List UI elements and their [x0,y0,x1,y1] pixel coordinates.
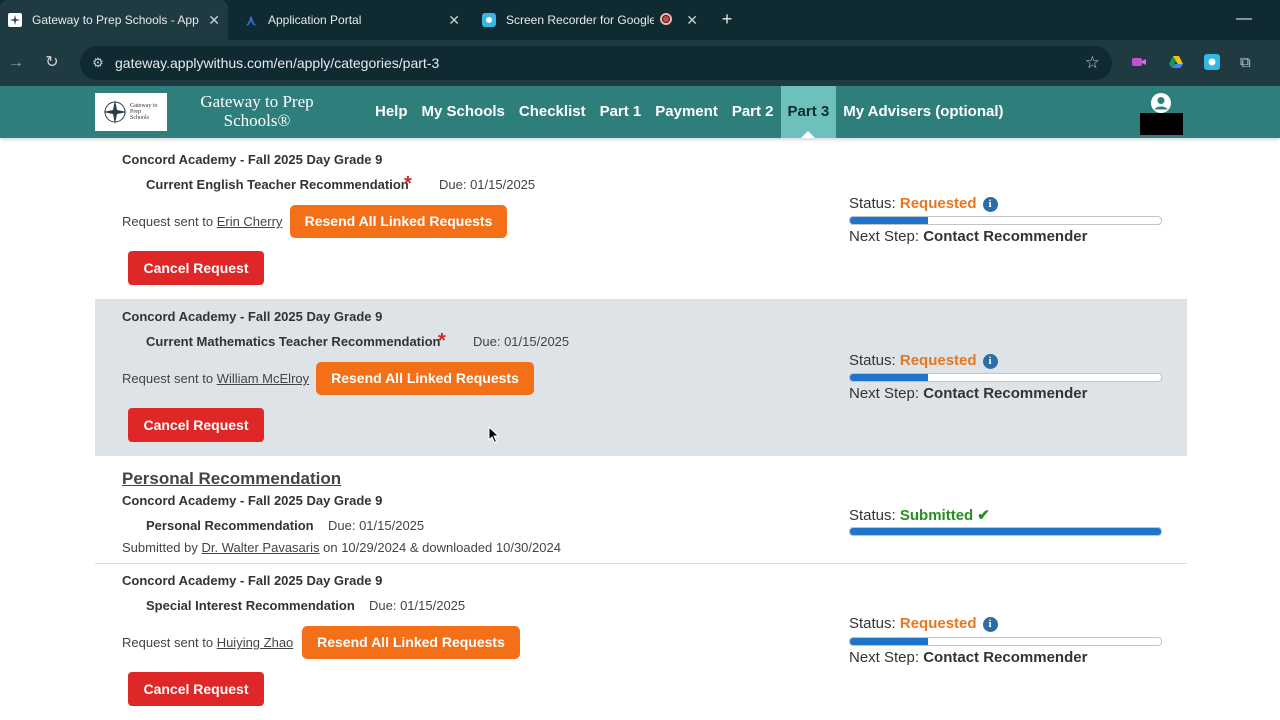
due-date: Due: 01/15/2025 [473,334,570,349]
status-badge: Requested [899,352,977,369]
close-icon[interactable]: ✕ [208,12,220,29]
recommendation-mathematics: Concord Academy - Fall 2025 Day Grade 9 … [95,299,1187,456]
info-icon[interactable]: i [982,197,998,212]
section-heading[interactable]: Personal Recommendation [122,469,341,489]
recommender-link[interactable]: Dr. Walter Pavasaris [202,540,320,555]
info-icon[interactable]: i [982,354,998,369]
nav-part-3[interactable]: Part 3 [780,86,837,138]
status-badge: Requested [899,615,977,632]
status-badge: Requested [899,195,977,212]
nav-my-schools[interactable]: My Schools [415,86,512,138]
cancel-request-button[interactable]: Cancel Request [128,408,264,442]
progress-bar [849,216,1162,225]
site-settings-icon[interactable]: ⚙ [90,55,106,71]
recording-icon [660,13,672,25]
status: Status: Submitted ✔ [849,507,990,524]
nav-part-1[interactable]: Part 1 [593,86,649,138]
request-sent-to: Request sent to Huiying Zhao [122,635,294,650]
progress-bar [849,373,1162,382]
status: Status: Requested i [849,195,998,212]
progress-bar [849,527,1162,536]
next-step: Next Step: Contact Recommender [849,228,1088,245]
browser-tab-strip: Gateway to Prep Schools - App ✕ ⋏ Applic… [0,0,1280,40]
redacted-user-name [1140,113,1183,135]
nav-payment[interactable]: Payment [648,86,725,138]
extensions-puzzle-icon[interactable]: ⧉ [1240,54,1256,71]
school-name: Concord Academy - Fall 2025 Day Grade 9 [122,152,383,167]
status: Status: Requested i [849,352,998,369]
resend-all-linked-requests-button[interactable]: Resend All Linked Requests [316,362,534,395]
resend-all-linked-requests-button[interactable]: Resend All Linked Requests [290,205,507,238]
status: Status: Requested i [849,615,998,632]
school-name: Concord Academy - Fall 2025 Day Grade 9 [122,309,383,324]
screen-recorder-icon [482,13,496,27]
required-asterisk-icon: * [404,173,412,195]
nav-help[interactable]: Help [368,86,415,138]
due-date: Due: 01/15/2025 [328,518,425,533]
main-nav: Help My Schools Checklist Part 1 Payment… [368,86,1011,138]
close-icon[interactable]: ✕ [448,12,460,29]
recommendation-title: Special Interest Recommendation [146,598,355,613]
address-bar[interactable]: ⚙ gateway.applywithus.com/en/apply/categ… [80,46,1112,80]
browser-tab-gateway[interactable]: Gateway to Prep Schools - App ✕ [0,0,228,40]
nav-part-2[interactable]: Part 2 [725,86,781,138]
progress-bar [849,637,1162,646]
new-tab-icon[interactable]: + [716,8,738,30]
user-account-icon[interactable] [1150,92,1172,114]
resend-all-linked-requests-button[interactable]: Resend All Linked Requests [302,626,520,659]
info-icon[interactable]: i [982,617,998,632]
cancel-request-button[interactable]: Cancel Request [128,251,264,285]
close-icon[interactable]: ✕ [686,12,698,29]
school-name: Concord Academy - Fall 2025 Day Grade 9 [122,573,383,588]
forward-icon[interactable]: → [5,52,27,74]
browser-tab-recorder[interactable]: Screen Recorder for Google ✕ [474,0,706,40]
due-date: Due: 01/15/2025 [369,598,466,613]
site-logo[interactable]: Gateway to Prep Schools [95,93,167,131]
recommendation-english: Concord Academy - Fall 2025 Day Grade 9 … [95,142,1187,299]
recommendation-personal: Personal Recommendation Concord Academy … [95,456,1187,563]
nav-checklist[interactable]: Checklist [512,86,593,138]
school-name: Concord Academy - Fall 2025 Day Grade 9 [122,493,383,508]
request-sent-to: Request sent to Erin Cherry [122,214,283,229]
gateway-icon [8,13,22,27]
screen-recorder-extension-icon[interactable] [1204,54,1220,70]
recommender-link[interactable]: Huiying Zhao [217,635,294,650]
recommender-link[interactable]: Erin Cherry [217,214,283,229]
extension-recorder-icon[interactable] [1131,54,1147,70]
progress-fill [850,528,1161,535]
compass-logo-icon [103,100,127,124]
site-brand[interactable]: Gateway to Prep Schools® [190,92,324,130]
progress-fill [850,638,928,645]
recommendation-title: Current English Teacher Recommendation [146,177,409,192]
checkmark-icon: ✔ [977,507,990,524]
request-sent-to: Request sent to William McElroy [122,371,310,386]
progress-fill [850,217,928,224]
nav-my-advisers[interactable]: My Advisers (optional) [836,86,1010,138]
recommendation-title: Current Mathematics Teacher Recommendati… [146,334,441,349]
cancel-request-button[interactable]: Cancel Request [128,672,264,706]
required-asterisk-icon: * [438,330,446,352]
recommender-link[interactable]: William McElroy [217,371,309,386]
minimize-icon[interactable]: — [1236,10,1252,27]
recommendation-special-interest: Concord Academy - Fall 2025 Day Grade 9 … [95,564,1187,720]
recommendation-title: Personal Recommendation [146,518,314,533]
next-step: Next Step: Contact Recommender [849,385,1088,402]
reload-icon[interactable]: ↻ [41,52,63,74]
url-text[interactable]: gateway.applywithus.com/en/apply/categor… [115,55,439,71]
a-logo-icon: ⋏ [245,11,257,28]
due-date: Due: 01/15/2025 [439,177,536,192]
progress-fill [850,374,928,381]
status-badge: Submitted [899,507,974,524]
next-step: Next Step: Contact Recommender [849,649,1088,666]
browser-tab-portal[interactable]: ⋏ Application Portal ✕ [236,0,468,40]
google-drive-icon[interactable] [1168,54,1184,70]
site-navigation: Gateway to Prep Schools Gateway to Prep … [0,86,1280,138]
browser-toolbar: → ↻ ⚙ gateway.applywithus.com/en/apply/c… [0,40,1280,86]
submitted-by: Submitted by Dr. Walter Pavasaris on 10/… [122,540,561,555]
mouse-cursor-icon [488,426,500,444]
bookmark-star-icon[interactable]: ☆ [1085,53,1100,73]
